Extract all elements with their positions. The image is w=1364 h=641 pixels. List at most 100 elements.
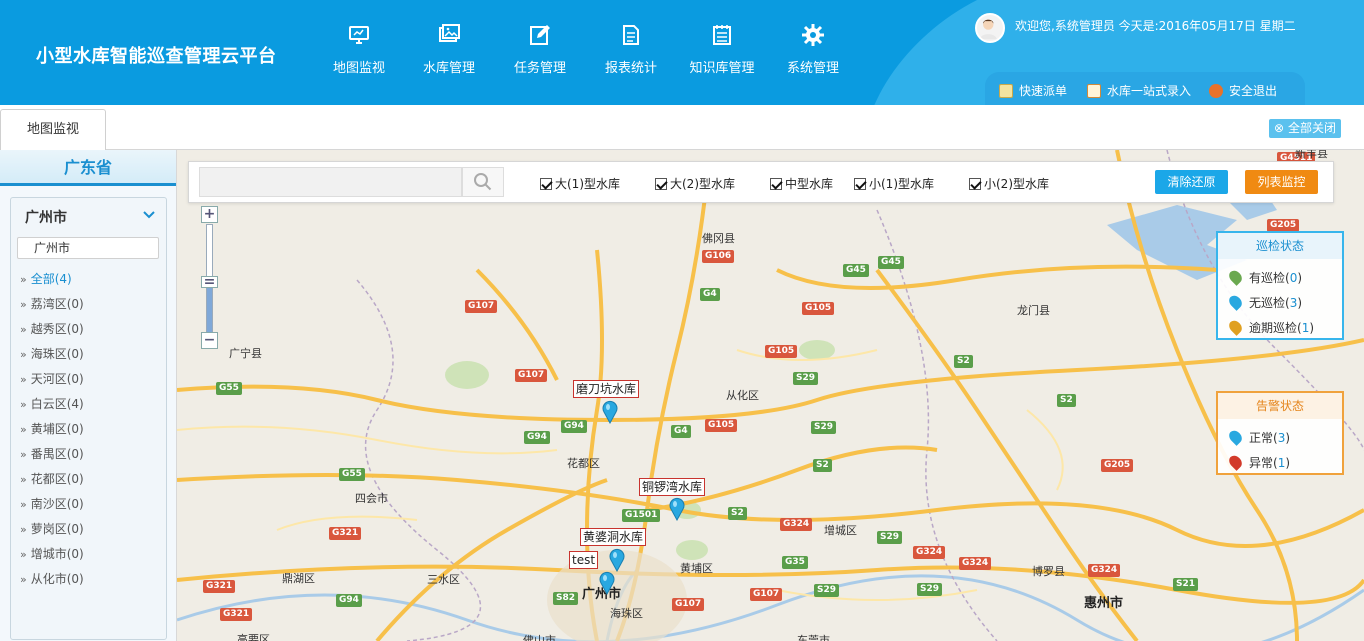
district-label: 海珠区(0) — [30, 347, 84, 361]
road-shield: G324 — [780, 518, 813, 531]
road-shield: G105 — [802, 302, 835, 315]
panel-title: 巡检状态 — [1218, 233, 1342, 259]
city-title[interactable]: 广州市 — [25, 207, 67, 227]
reservoir-marker[interactable] — [602, 400, 618, 424]
list-monitor-button[interactable]: 列表监控 — [1245, 170, 1318, 194]
filter-large1-checkbox[interactable]: 大(1)型水库 — [540, 175, 620, 192]
reservoir-marker[interactable] — [599, 571, 615, 595]
nav-report-statistics[interactable]: 报表统计 — [586, 22, 676, 76]
road-shield: G107 — [672, 598, 705, 611]
place-label: 广宁县 — [229, 347, 262, 360]
road-shield: G107 — [465, 300, 498, 313]
road-shield: G94 — [524, 431, 550, 444]
chevron-right-icon: » — [20, 448, 27, 461]
tab-map-monitor[interactable]: 地图监视 — [0, 109, 106, 151]
nav-system-management[interactable]: 系统管理 — [768, 22, 858, 76]
region-sidebar: 广东省 广州市 广州市 » 全部(4)» 荔湾区(0)» 越秀区(0)» 海珠区(0)»… — [0, 150, 177, 641]
district-item[interactable]: » 南沙区(0) — [20, 495, 84, 512]
logout-button[interactable]: 安全退出 — [1209, 82, 1277, 99]
avatar[interactable] — [975, 13, 1005, 43]
close-icon: ⊗ — [1274, 121, 1285, 135]
place-label: 佛冈县 — [702, 232, 735, 245]
district-item[interactable]: » 白云区(4) — [20, 395, 84, 412]
district-label: 越秀区(0) — [30, 322, 84, 336]
reservoir-marker[interactable] — [609, 548, 625, 572]
reservoir-label[interactable]: 铜锣湾水库 — [639, 478, 706, 496]
reset-button[interactable]: 清除还原 — [1155, 170, 1228, 194]
road-shield: G45 — [843, 264, 869, 277]
district-label: 花都区(0) — [30, 472, 84, 486]
district-item[interactable]: » 从化市(0) — [20, 570, 84, 587]
reservoir-label[interactable]: 黄婆洞水库 — [580, 528, 647, 546]
district-item[interactable]: » 天河区(0) — [20, 370, 84, 387]
road-shield: S29 — [814, 584, 840, 597]
road-shield: S2 — [813, 459, 832, 472]
checkbox-checked[interactable] — [655, 177, 667, 190]
district-item[interactable]: » 番禺区(0) — [20, 445, 84, 462]
district-item[interactable]: » 黄埔区(0) — [20, 420, 84, 437]
place-label: 东莞市 — [797, 634, 830, 641]
nav-map-monitor[interactable]: 地图监视 — [314, 22, 404, 76]
chevron-right-icon: » — [20, 423, 27, 436]
dispatch-icon — [999, 83, 1013, 98]
checkbox-checked[interactable] — [854, 177, 866, 190]
map-toolbar: 大(1)型水库 大(2)型水库 中型水库 小(1)型水库 小(2)型水库 清除还… — [188, 161, 1334, 203]
nav-task-management[interactable]: 任务管理 — [495, 22, 585, 76]
zoom-in-button[interactable]: + — [201, 206, 218, 223]
place-label: 三水区 — [427, 573, 460, 586]
district-item[interactable]: » 越秀区(0) — [20, 320, 84, 337]
road-shield: G105 — [765, 345, 798, 358]
checkbox-checked[interactable] — [540, 177, 552, 190]
road-shield: S29 — [917, 583, 943, 596]
district-item[interactable]: » 全部(4) — [20, 270, 72, 287]
district-item[interactable]: » 花都区(0) — [20, 470, 84, 487]
nav-reservoir-management[interactable]: 水库管理 — [404, 22, 494, 76]
map-view[interactable]: G106 G4 G45 G45 G107 G105 G105 G107 S29 … — [177, 150, 1364, 641]
panel-title: 告警状态 — [1218, 393, 1342, 419]
chevron-right-icon: » — [20, 373, 27, 386]
place-label: 海珠区 — [610, 607, 643, 620]
gear-icon — [800, 22, 826, 48]
place-label: 增城区 — [824, 524, 857, 537]
road-shield: S2 — [1057, 394, 1076, 407]
nav-knowledge-management[interactable]: 知识库管理 — [677, 22, 767, 76]
chevron-right-icon: » — [20, 323, 27, 336]
road-shield: G324 — [913, 546, 946, 559]
checkbox-checked[interactable] — [969, 177, 981, 190]
filter-large2-checkbox[interactable]: 大(2)型水库 — [655, 175, 735, 192]
chevron-right-icon: » — [20, 473, 27, 486]
reservoir-label[interactable]: test — [569, 551, 599, 569]
filter-small1-checkbox[interactable]: 小(1)型水库 — [854, 175, 934, 192]
district-item[interactable]: » 萝岗区(0) — [20, 520, 84, 537]
district-label: 黄埔区(0) — [30, 422, 84, 436]
filter-medium-checkbox[interactable]: 中型水库 — [770, 175, 833, 192]
reservoir-entry-button[interactable]: 水库一站式录入 — [1087, 82, 1191, 99]
chevron-right-icon: » — [20, 348, 27, 361]
zoom-handle[interactable]: = — [201, 275, 218, 289]
entry-icon — [1087, 83, 1101, 98]
road-shield: G1501 — [622, 509, 661, 522]
district-item[interactable]: » 增城市(0) — [20, 545, 84, 562]
chevron-down-icon[interactable] — [142, 208, 156, 222]
district-item[interactable]: » 海珠区(0) — [20, 345, 84, 362]
city-select[interactable]: 广州市 — [17, 237, 159, 259]
reservoir-marker[interactable] — [669, 497, 685, 521]
zoom-out-button[interactable]: − — [201, 332, 218, 349]
patrol-row-has: 有巡检(0) — [1226, 267, 1302, 286]
district-item[interactable]: » 荔湾区(0) — [20, 295, 84, 312]
quick-dispatch-button[interactable]: 快速派单 — [999, 82, 1067, 99]
search-input[interactable] — [199, 167, 462, 197]
edit-icon — [527, 22, 553, 48]
road-shield: G94 — [336, 594, 362, 607]
patrol-status-panel: 巡检状态 有巡检(0) 无巡检(3) 逾期巡检(1) — [1216, 231, 1344, 340]
district-label: 荔湾区(0) — [30, 297, 84, 311]
blue-pin-icon — [1226, 292, 1245, 311]
filter-small2-checkbox[interactable]: 小(2)型水库 — [969, 175, 1049, 192]
close-all-button[interactable]: ⊗ 全部关闭 — [1269, 119, 1341, 138]
search-button[interactable] — [462, 167, 504, 197]
reservoir-label[interactable]: 磨刀坑水库 — [573, 380, 640, 398]
search-icon — [474, 173, 492, 191]
road-shield: S2 — [728, 507, 747, 520]
road-shield: G107 — [515, 369, 548, 382]
checkbox-checked[interactable] — [770, 177, 782, 190]
